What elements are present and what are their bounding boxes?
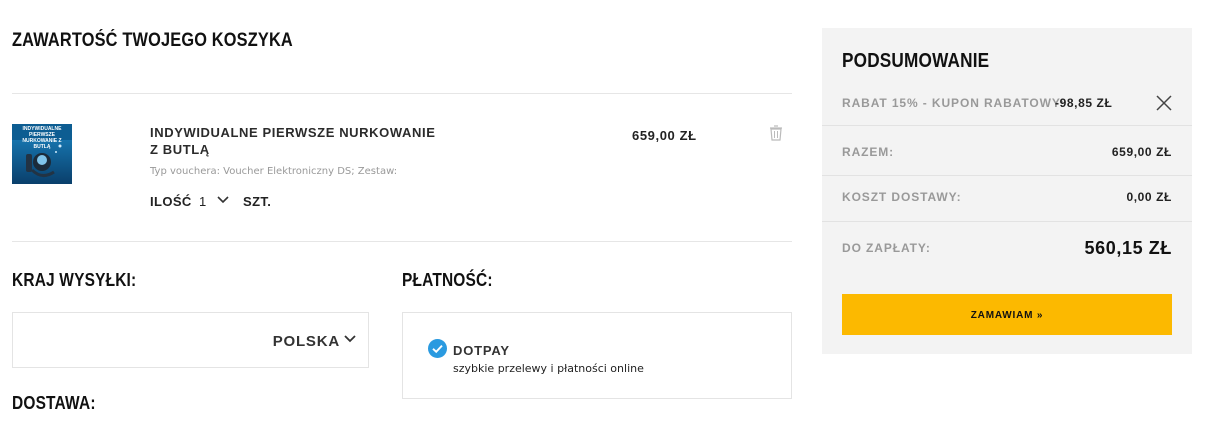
total-value: 560,15 ZŁ (1084, 238, 1172, 258)
quantity-unit: SZT. (243, 194, 272, 209)
total-label: DO ZAPŁATY: (842, 241, 931, 255)
product-image-caption: INDYWIDUALNE PIERWSZE NURKOWANIE Z BUTLĄ (22, 126, 62, 150)
product-image[interactable]: INDYWIDUALNE PIERWSZE NURKOWANIE Z BUTLĄ (12, 124, 72, 184)
shipping-cost-value: 0,00 ZŁ (1126, 190, 1172, 204)
check-icon[interactable] (428, 339, 447, 358)
divider (822, 221, 1192, 222)
country-title: KRAJ WYSYŁKI: (12, 270, 137, 290)
chevron-down-icon (344, 332, 356, 346)
quantity-label: ILOŚĆ (150, 194, 192, 209)
subtotal-label: RAZEM: (842, 145, 895, 159)
country-value: POLSKA (272, 333, 340, 350)
country-select[interactable]: POLSKA (12, 312, 369, 368)
payment-option-dotpay[interactable]: DOTPAY szybkie przelewy i płatności onli… (402, 312, 792, 399)
divider (822, 125, 1192, 126)
subtotal-value: 659,00 ZŁ (1111, 145, 1172, 159)
divider (12, 241, 792, 242)
cart-title: ZAWARTOŚĆ TWOJEGO KOSZYKA (12, 30, 293, 51)
chevron-down-icon[interactable] (216, 192, 230, 208)
delivery-title: DOSTAWA: (12, 393, 96, 413)
quantity-value[interactable]: 1 (199, 194, 206, 209)
discount-value: -98,85 ZŁ (1055, 96, 1113, 110)
close-icon[interactable] (1156, 95, 1172, 111)
shipping-cost-label: KOSZT DOSTAWY: (842, 190, 962, 204)
trash-icon[interactable] (768, 124, 784, 142)
order-button[interactable]: ZAMAWIAM » (842, 294, 1172, 335)
product-name[interactable]: INDYWIDUALNE PIERWSZE NURKOWANIE Z BUTLĄ (150, 124, 440, 158)
order-summary: PODSUMOWANIE RABAT 15% - KUPON RABATOWY:… (822, 28, 1192, 354)
product-meta: Typ vouchera: Voucher Elektroniczny DS; … (150, 166, 398, 177)
divider (822, 175, 1192, 176)
divider (12, 93, 792, 94)
summary-title: PODSUMOWANIE (842, 50, 990, 72)
product-price: 659,00 ZŁ (632, 128, 697, 143)
payment-title: PŁATNOŚĆ: (402, 270, 493, 290)
payment-method-name: DOTPAY (453, 343, 510, 358)
payment-method-desc: szybkie przelewy i płatności online (453, 362, 644, 375)
discount-label: RABAT 15% - KUPON RABATOWY: (842, 96, 1065, 110)
